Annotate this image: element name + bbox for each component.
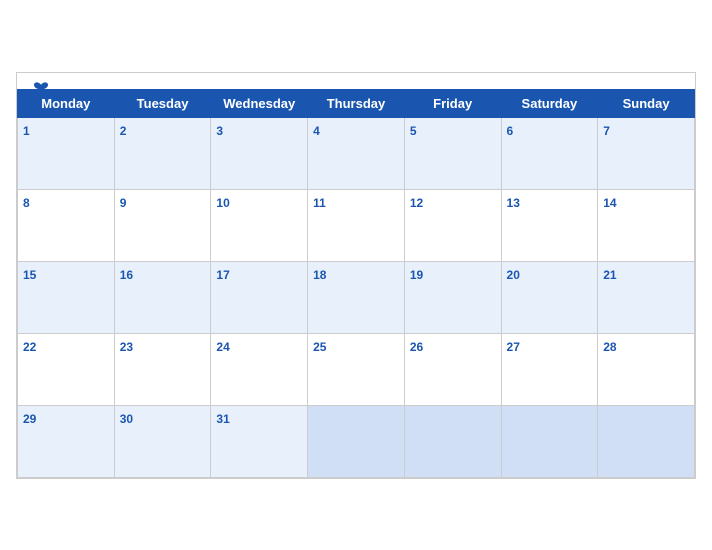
- weekday-wednesday: Wednesday: [211, 89, 308, 117]
- calendar-cell: 26: [404, 333, 501, 405]
- day-number: 23: [120, 340, 133, 354]
- day-number: 1: [23, 124, 30, 138]
- calendar-week-row: 22 23 24 25 26 27 28: [18, 333, 695, 405]
- calendar-cell: 9: [114, 189, 211, 261]
- day-number: 3: [216, 124, 223, 138]
- day-number: 18: [313, 268, 326, 282]
- calendar-cell: 18: [308, 261, 405, 333]
- calendar-cell: [308, 405, 405, 477]
- day-number: 10: [216, 196, 229, 210]
- day-number: 31: [216, 412, 229, 426]
- calendar-cell: 1: [18, 117, 115, 189]
- calendar-cell: 10: [211, 189, 308, 261]
- calendar-cell: 13: [501, 189, 598, 261]
- calendar-cell: [598, 405, 695, 477]
- calendar-cell: 31: [211, 405, 308, 477]
- day-number: 8: [23, 196, 30, 210]
- logo-area: [33, 81, 51, 95]
- calendar-cell: 2: [114, 117, 211, 189]
- day-number: 20: [507, 268, 520, 282]
- calendar-cell: 19: [404, 261, 501, 333]
- day-number: 28: [603, 340, 616, 354]
- calendar-cell: 5: [404, 117, 501, 189]
- day-number: 14: [603, 196, 616, 210]
- day-number: 4: [313, 124, 320, 138]
- calendar-cell: [501, 405, 598, 477]
- day-number: 17: [216, 268, 229, 282]
- calendar-cell: 16: [114, 261, 211, 333]
- calendar-cell: 20: [501, 261, 598, 333]
- day-number: 13: [507, 196, 520, 210]
- weekday-tuesday: Tuesday: [114, 89, 211, 117]
- calendar-cell: 8: [18, 189, 115, 261]
- weekday-monday: Monday: [18, 89, 115, 117]
- day-number: 12: [410, 196, 423, 210]
- weekday-saturday: Saturday: [501, 89, 598, 117]
- calendar-cell: 7: [598, 117, 695, 189]
- calendar-cell: 29: [18, 405, 115, 477]
- weekday-thursday: Thursday: [308, 89, 405, 117]
- calendar-table: MondayTuesdayWednesdayThursdayFridaySatu…: [17, 89, 695, 478]
- day-number: 27: [507, 340, 520, 354]
- calendar-container: MondayTuesdayWednesdayThursdayFridaySatu…: [16, 72, 696, 479]
- calendar-cell: 28: [598, 333, 695, 405]
- day-number: 2: [120, 124, 127, 138]
- calendar-cell: 17: [211, 261, 308, 333]
- weekday-friday: Friday: [404, 89, 501, 117]
- calendar-cell: [404, 405, 501, 477]
- bird-icon: [33, 81, 49, 95]
- day-number: 26: [410, 340, 423, 354]
- calendar-cell: 11: [308, 189, 405, 261]
- day-number: 11: [313, 196, 326, 210]
- calendar-week-row: 29 30 31: [18, 405, 695, 477]
- calendar-week-row: 15 16 17 18 19 20 21: [18, 261, 695, 333]
- weekday-header-row: MondayTuesdayWednesdayThursdayFridaySatu…: [18, 89, 695, 117]
- day-number: 21: [603, 268, 616, 282]
- calendar-cell: 22: [18, 333, 115, 405]
- day-number: 19: [410, 268, 423, 282]
- calendar-cell: 25: [308, 333, 405, 405]
- day-number: 22: [23, 340, 36, 354]
- calendar-cell: 6: [501, 117, 598, 189]
- calendar-cell: 4: [308, 117, 405, 189]
- calendar-cell: 14: [598, 189, 695, 261]
- logo-blue: [33, 81, 51, 95]
- day-number: 9: [120, 196, 127, 210]
- calendar-cell: 23: [114, 333, 211, 405]
- calendar-header: [17, 73, 695, 89]
- calendar-cell: 12: [404, 189, 501, 261]
- calendar-cell: 30: [114, 405, 211, 477]
- day-number: 16: [120, 268, 133, 282]
- calendar-cell: 15: [18, 261, 115, 333]
- calendar-cell: 3: [211, 117, 308, 189]
- calendar-week-row: 8 9 10 11 12 13 14: [18, 189, 695, 261]
- calendar-cell: 24: [211, 333, 308, 405]
- day-number: 6: [507, 124, 514, 138]
- day-number: 30: [120, 412, 133, 426]
- day-number: 24: [216, 340, 229, 354]
- day-number: 25: [313, 340, 326, 354]
- day-number: 5: [410, 124, 417, 138]
- day-number: 15: [23, 268, 36, 282]
- calendar-cell: 27: [501, 333, 598, 405]
- calendar-week-row: 1 2 3 4 5 6 7: [18, 117, 695, 189]
- day-number: 29: [23, 412, 36, 426]
- day-number: 7: [603, 124, 610, 138]
- weekday-sunday: Sunday: [598, 89, 695, 117]
- calendar-cell: 21: [598, 261, 695, 333]
